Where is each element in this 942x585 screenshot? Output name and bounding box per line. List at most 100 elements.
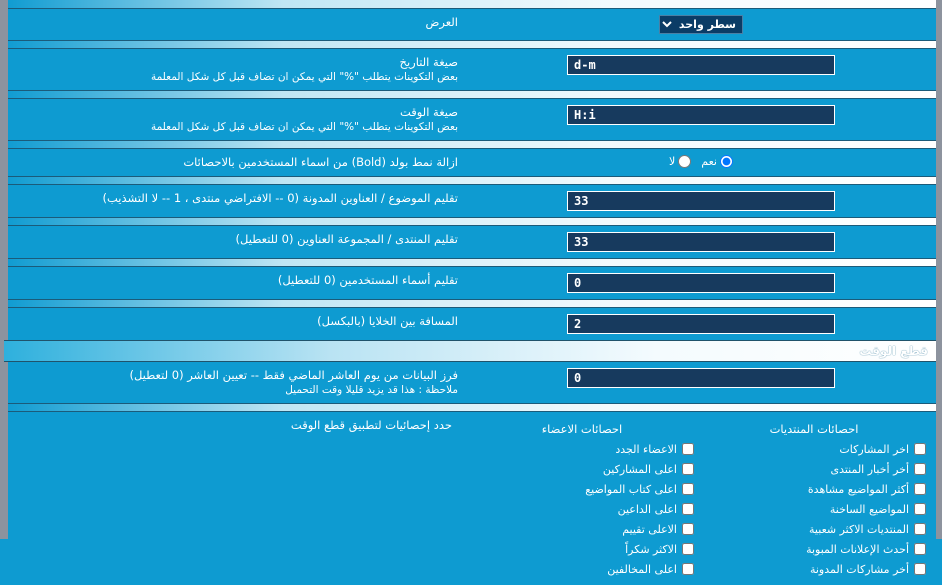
setting-row-time-format: صيغة الوقت بعض التكوينات يتطلب "%" التي …	[4, 99, 936, 140]
stats-checkbox-new-members-label: الاعضاء الجدد	[615, 442, 677, 456]
stats-checkbox-top-offenders[interactable]	[682, 563, 694, 575]
remove-bold-radio-yes[interactable]	[720, 155, 733, 168]
stats-checkbox-top-posters[interactable]	[682, 463, 694, 475]
divider-5	[4, 217, 936, 226]
stats-checkbox-row[interactable]: المنتديات الاكثر شعبية	[702, 519, 926, 539]
stats-selection-label-cell: حدد إحصائيات لتطبيق قطع الوقت	[0, 412, 460, 439]
stats-checkbox-new-members[interactable]	[682, 443, 694, 455]
trim-forum-label-cell: تقليم المنتدى / المجموعة العناوين (0 للت…	[4, 226, 466, 253]
stats-column-members: احصائات الاعضاء الاعضاء الجدد اعلى المشا…	[466, 418, 698, 579]
stats-checkbox-row[interactable]: اعلى المشاركين	[470, 459, 694, 479]
stats-checkbox-row[interactable]: الاكثر شكراً	[470, 539, 694, 559]
stats-checkbox-top-rated[interactable]	[682, 523, 694, 535]
cellspacing-input[interactable]	[567, 314, 835, 334]
time-cut-desc: ملاحظة : هذا قد يزيد قليلا وقت التحميل	[285, 384, 458, 396]
trim-forum-label: تقليم المنتدى / المجموعة العناوين (0 للت…	[235, 232, 458, 246]
admin-settings-page: سطر واحد العرض صيغة التاريخ بعض التكوينا…	[0, 0, 942, 585]
stats-checkbox-row[interactable]: اعلى كتاب المواضيع	[470, 479, 694, 499]
stats-checkbox-row[interactable]: أحدث الإعلانات المبوبة	[702, 539, 926, 559]
stats-checkbox-most-viewed-label: أكثر المواضيع مشاهدة	[807, 482, 909, 496]
remove-bold-radio-no[interactable]	[678, 155, 692, 168]
time-format-label: صيغة الوقت	[399, 105, 458, 119]
setting-row-remove-bold: نعم لا ازالة نمط بولد (Bold) من اسماء ال…	[4, 149, 936, 176]
trim-forum-input[interactable]	[567, 232, 835, 252]
trim-title-input[interactable]	[567, 191, 835, 211]
date-format-label: صيغة التاريخ	[399, 55, 458, 69]
stats-checkbox-top-referrers-label: اعلى الداعين	[617, 502, 677, 516]
trim-username-field	[466, 267, 936, 299]
time-cut-label: فرز البيانات من يوم العاشر الماضي فقط --…	[129, 368, 458, 382]
stats-checkbox-popular-forums[interactable]	[914, 523, 926, 535]
remove-bold-label: ازالة نمط بولد (Bold) من اسماء المستخدمي…	[183, 155, 458, 169]
stats-checkbox-top-thread-starters-label: اعلى كتاب المواضيع	[585, 482, 677, 496]
divider-2	[4, 90, 936, 99]
display-field: سطر واحد	[466, 9, 936, 40]
stats-checkbox-latest-blog-posts[interactable]	[914, 563, 926, 575]
stats-checkbox-hot-topics[interactable]	[914, 503, 926, 515]
display-label-cell: العرض	[4, 9, 466, 36]
trim-username-label: تقليم أسماء المستخدمين (0 للتعطيل)	[277, 273, 458, 287]
stats-checkbox-row[interactable]: الاعلى تقييم	[470, 519, 694, 539]
stats-checkbox-most-thanked[interactable]	[682, 543, 694, 555]
time-cut-field	[466, 362, 936, 394]
stats-checkbox-top-thread-starters[interactable]	[682, 483, 694, 495]
time-format-field	[466, 99, 936, 131]
date-format-input[interactable]	[567, 55, 835, 75]
trim-forum-field	[466, 226, 936, 258]
stats-checkbox-row[interactable]: اعلى المخالفين	[470, 559, 694, 579]
stats-checkbox-top-rated-label: الاعلى تقييم	[622, 522, 677, 536]
stats-checkbox-latest-blog-posts-label: أخر مشاركات المدونة	[809, 562, 909, 576]
stats-checkbox-top-offenders-label: اعلى المخالفين	[607, 562, 677, 576]
time-cut-input[interactable]	[567, 368, 835, 388]
stats-checkbox-row[interactable]: الاعضاء الجدد	[470, 439, 694, 459]
left-rail	[4, 0, 8, 539]
setting-row-trim-username: تقليم أسماء المستخدمين (0 للتعطيل)	[4, 267, 936, 299]
setting-row-display: سطر واحد العرض	[4, 9, 936, 40]
divider-3	[4, 140, 936, 149]
section-header-time-cut: قطع الوقت	[4, 340, 936, 362]
remove-bold-field: نعم لا	[466, 149, 936, 174]
cellspacing-label: المسافة بين الخلايا (بالبكسل)	[317, 314, 458, 328]
stats-checkbox-forum-news[interactable]	[914, 463, 926, 475]
divider-top	[4, 0, 936, 9]
setting-row-time-cut: فرز البيانات من يوم العاشر الماضي فقط --…	[4, 362, 936, 403]
stats-column-forums-header: احصائات المنتديات	[769, 422, 859, 436]
stats-checkbox-latest-posts-label: اخر المشاركات	[839, 442, 909, 456]
stats-checkbox-area: احصائات المنتديات اخر المشاركات أخر أخبا…	[466, 418, 930, 579]
remove-bold-radio-no-label: لا	[669, 155, 676, 168]
stats-checkbox-latest-posts[interactable]	[914, 443, 926, 455]
stats-selection-field: احصائات المنتديات اخر المشاركات أخر أخبا…	[460, 412, 936, 585]
divider-8	[4, 403, 936, 412]
stats-checkbox-row[interactable]: أخر أخبار المنتدى	[702, 459, 926, 479]
stats-checkbox-most-thanked-label: الاكثر شكراً	[625, 542, 677, 556]
setting-row-trim-forum: تقليم المنتدى / المجموعة العناوين (0 للت…	[4, 226, 936, 258]
remove-bold-label-cell: ازالة نمط بولد (Bold) من اسماء المستخدمي…	[4, 149, 466, 176]
stats-checkbox-row[interactable]: اعلى الداعين	[470, 499, 694, 519]
date-format-label-cell: صيغة التاريخ بعض التكوينات يتطلب "%" الت…	[4, 49, 466, 90]
remove-bold-radio-yes-item[interactable]: نعم	[701, 155, 733, 168]
stats-checkbox-row[interactable]: أخر مشاركات المدونة	[702, 559, 926, 579]
remove-bold-radio-no-item[interactable]: لا	[669, 155, 692, 168]
stats-checkbox-latest-classifieds-label: أحدث الإعلانات المبوبة	[806, 542, 909, 556]
stats-checkbox-latest-classifieds[interactable]	[914, 543, 926, 555]
time-format-label-cell: صيغة الوقت بعض التكوينات يتطلب "%" التي …	[4, 99, 466, 140]
stats-checkbox-row[interactable]: أكثر المواضيع مشاهدة	[702, 479, 926, 499]
time-format-input[interactable]	[567, 105, 835, 125]
divider-7	[4, 299, 936, 308]
display-label: العرض	[425, 15, 459, 29]
time-format-desc: بعض التكوينات يتطلب "%" التي يمكن ان تضا…	[150, 121, 458, 133]
remove-bold-radio-group: نعم لا	[669, 155, 733, 168]
stats-selection-label: حدد إحصائيات لتطبيق قطع الوقت	[290, 418, 452, 432]
divider-6	[4, 258, 936, 267]
trim-title-label: تقليم الموضوع / العناوين المدونة (0 -- ا…	[102, 191, 458, 205]
trim-username-input[interactable]	[567, 273, 835, 293]
display-select[interactable]: سطر واحد	[659, 15, 743, 34]
stats-checkbox-most-viewed[interactable]	[914, 483, 926, 495]
stats-checkbox-hot-topics-label: المواضيع الساخنة	[829, 502, 909, 516]
trim-title-label-cell: تقليم الموضوع / العناوين المدونة (0 -- ا…	[4, 185, 466, 212]
stats-checkbox-row[interactable]: اخر المشاركات	[702, 439, 926, 459]
stats-checkbox-top-referrers[interactable]	[682, 503, 694, 515]
setting-row-date-format: صيغة التاريخ بعض التكوينات يتطلب "%" الت…	[4, 49, 936, 90]
setting-row-stats-selection: احصائات المنتديات اخر المشاركات أخر أخبا…	[4, 412, 936, 585]
stats-checkbox-row[interactable]: المواضيع الساخنة	[702, 499, 926, 519]
